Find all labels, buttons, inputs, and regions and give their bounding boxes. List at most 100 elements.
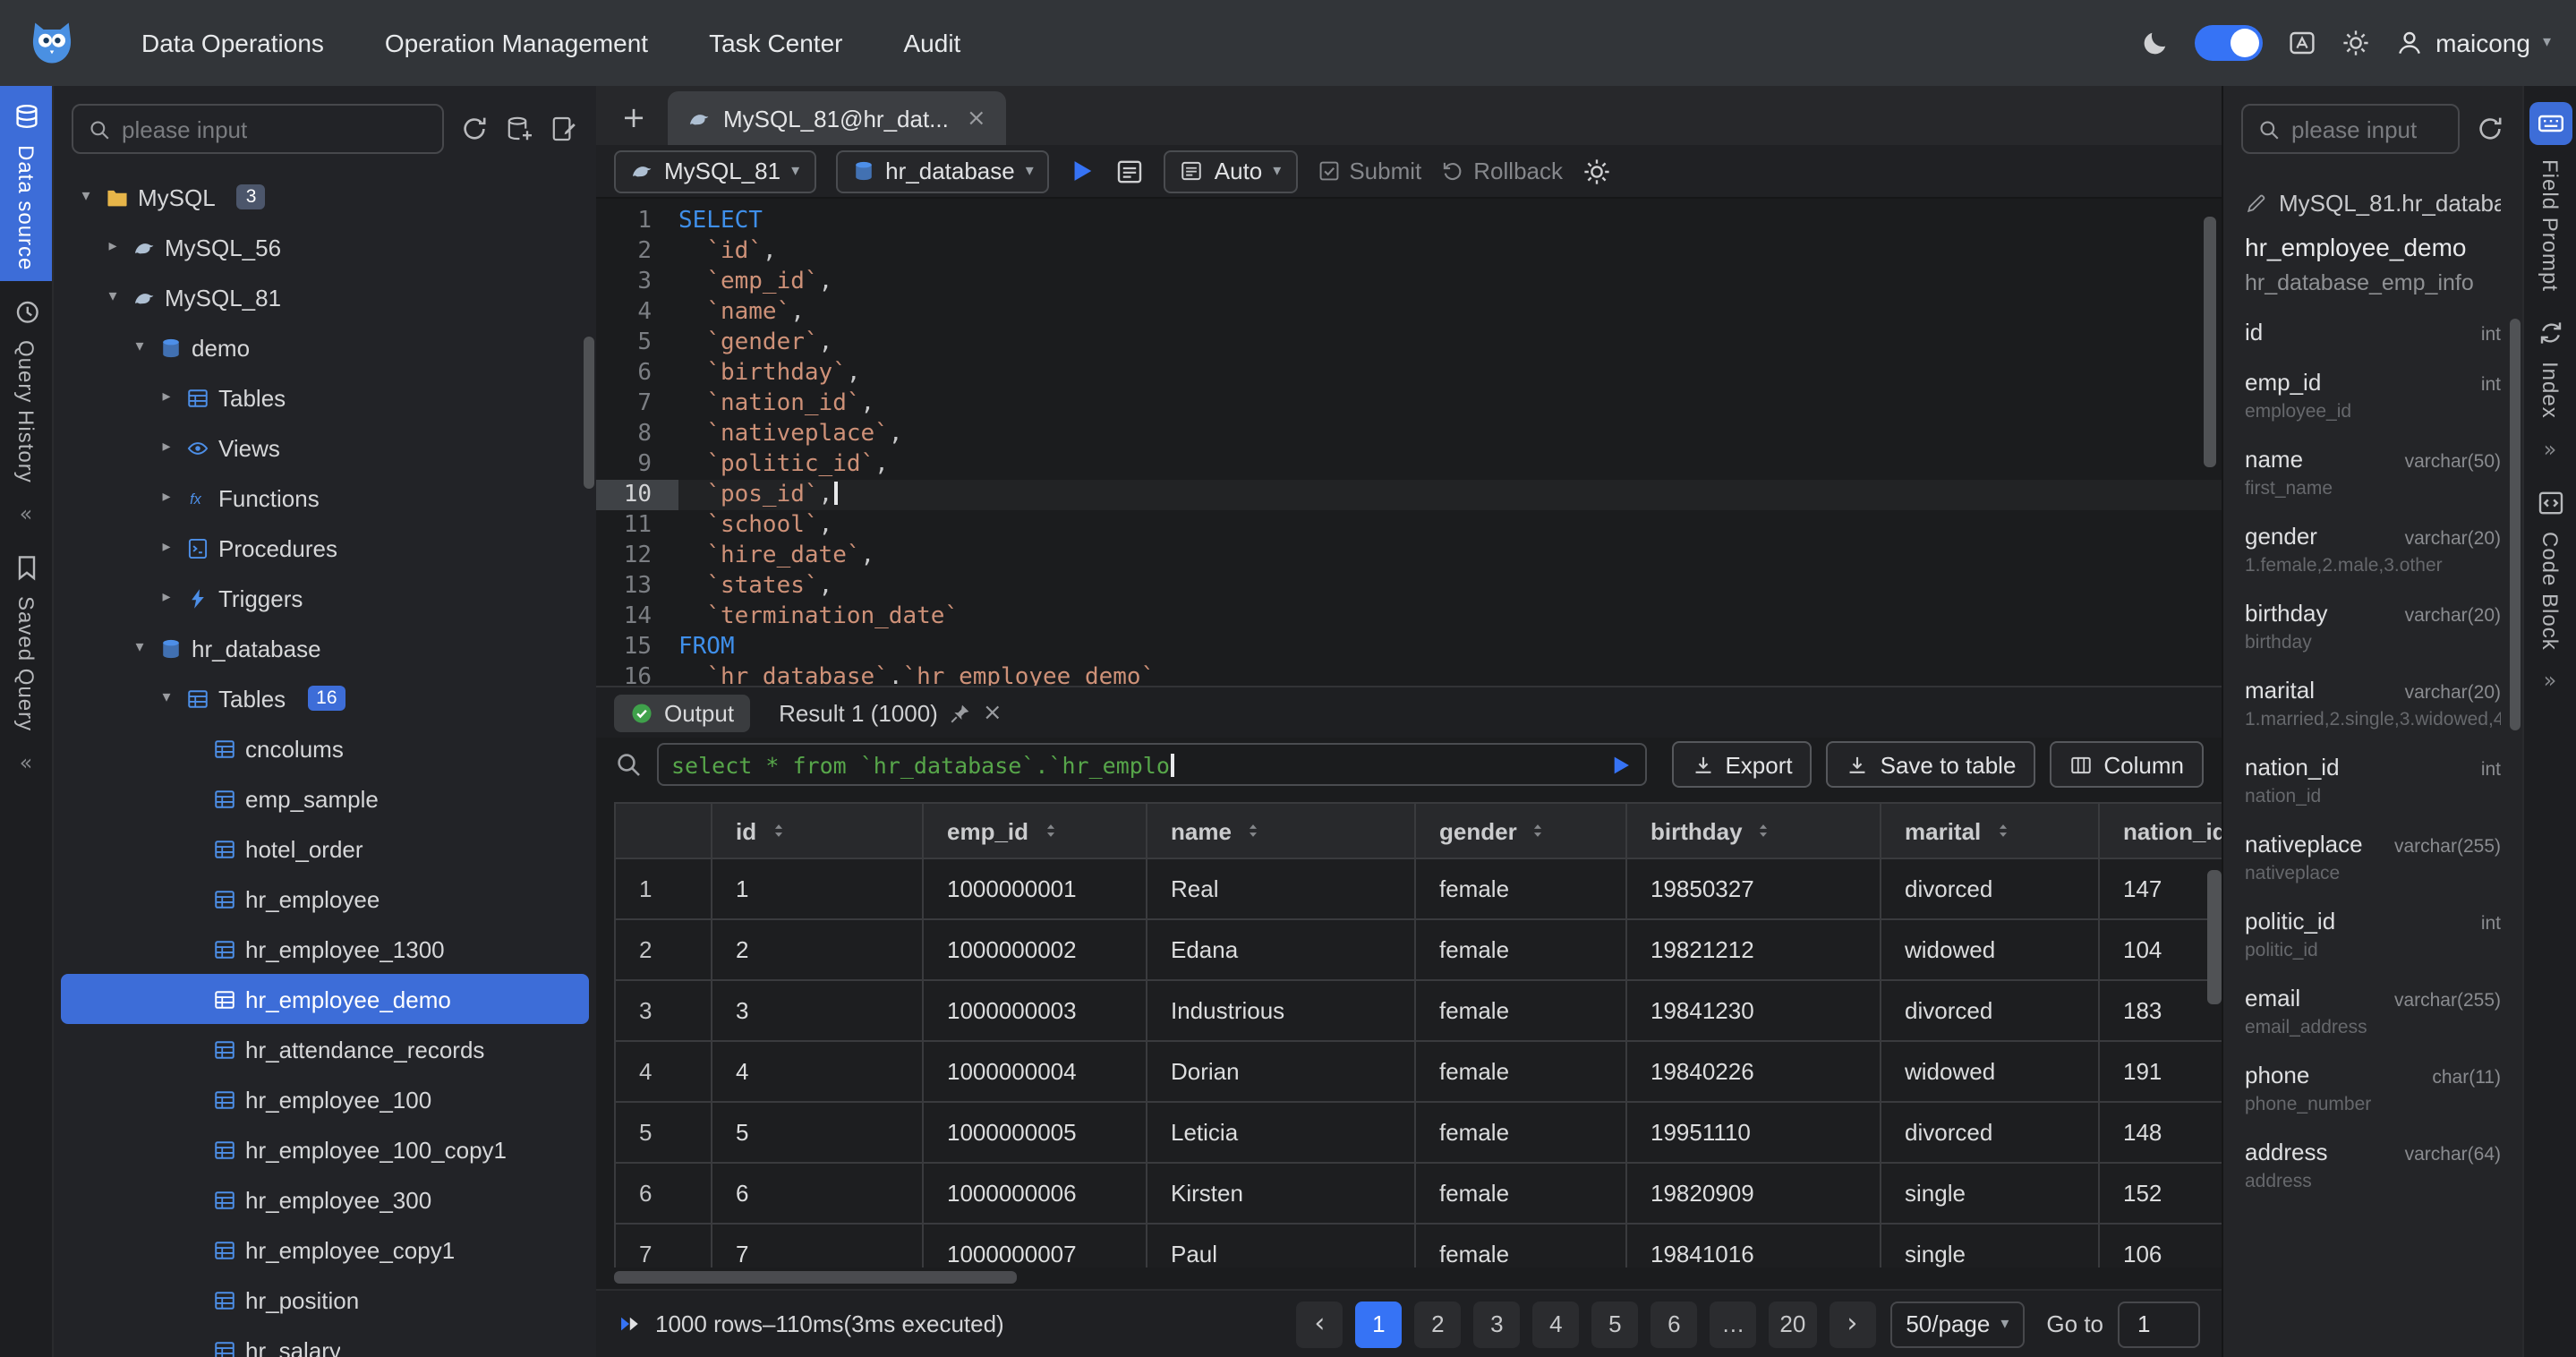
field-item-emp_id[interactable]: emp_idintemployee_id	[2245, 369, 2501, 422]
nav-item-task-center[interactable]: Task Center	[678, 29, 873, 57]
grid-cell[interactable]: 19850327	[1627, 859, 1881, 920]
field-item-nation_id[interactable]: nation_idintnation_id	[2245, 754, 2501, 807]
sort-icon[interactable]	[1753, 820, 1775, 841]
tree-item-triggers[interactable]: ▸Triggers	[61, 573, 589, 623]
column-header-name[interactable]: name	[1147, 802, 1416, 859]
grid-cell[interactable]: 1000000005	[924, 1103, 1147, 1164]
column-header-emp_id[interactable]: emp_id	[924, 802, 1147, 859]
close-result-icon[interactable]: ×	[983, 699, 1002, 726]
collapse-chevron-icon[interactable]: »	[2544, 437, 2557, 462]
tree-item-tables[interactable]: ▸Tables	[61, 372, 589, 422]
field-item-nativeplace[interactable]: nativeplacevarchar(255)nativeplace	[2245, 831, 2501, 884]
connection-select[interactable]: MySQL_81 ▾	[614, 149, 815, 192]
field-item-politic_id[interactable]: politic_idintpolitic_id	[2245, 908, 2501, 961]
sort-icon[interactable]	[1528, 820, 1549, 841]
page-button-5[interactable]: 5	[1591, 1301, 1638, 1347]
grid-cell[interactable]: widowed	[1881, 920, 2100, 981]
tree-item-hr_employee[interactable]: hr_employee	[61, 874, 589, 924]
tree-item-hr_employee_demo[interactable]: hr_employee_demo	[61, 974, 589, 1024]
grid-cell[interactable]: 1000000006	[924, 1164, 1147, 1225]
console-tab[interactable]: MySQL_81@hr_dat... ×	[668, 91, 1006, 145]
tree-item-cncolums[interactable]: cncolums	[61, 723, 589, 773]
console-icon[interactable]	[1116, 157, 1145, 185]
tree-item-tables[interactable]: ▾Tables16	[61, 673, 589, 723]
grid-cell[interactable]: female	[1416, 1042, 1627, 1103]
sql-editor[interactable]: 1SELECT2 `id`,3 `emp_id`,4 `name`,5 `gen…	[596, 199, 2222, 686]
rail-item-code-block[interactable]: Code Block»	[2524, 473, 2576, 704]
field-search-input[interactable]: please input	[2241, 104, 2460, 154]
nav-item-operation-management[interactable]: Operation Management	[354, 29, 678, 57]
grid-cell[interactable]: 104	[2100, 920, 2222, 981]
grid-cell[interactable]: 1	[712, 859, 924, 920]
tree-right-arrow-icon[interactable]: ▸	[156, 539, 177, 557]
field-item-birthday[interactable]: birthdayvarchar(20)birthday	[2245, 600, 2501, 653]
tree-down-arrow-icon[interactable]: ▾	[129, 639, 150, 657]
row-number-cell[interactable]: 1	[614, 859, 712, 920]
grid-cell[interactable]: single	[1881, 1225, 2100, 1267]
refresh-fields-icon[interactable]	[2476, 115, 2504, 143]
sidebar-search-input[interactable]: please input	[72, 104, 444, 154]
sort-icon[interactable]	[1039, 820, 1061, 841]
grid-cell[interactable]: female	[1416, 1164, 1627, 1225]
grid-cell[interactable]: Real	[1147, 859, 1416, 920]
grid-cell[interactable]: 5	[712, 1103, 924, 1164]
tree-item-functions[interactable]: ▸fxFunctions	[61, 473, 589, 523]
user-menu[interactable]: maicong ▾	[2394, 29, 2551, 57]
rollback-button[interactable]: Rollback	[1441, 158, 1563, 184]
grid-cell[interactable]: 1000000001	[924, 859, 1147, 920]
row-number-cell[interactable]: 3	[614, 981, 712, 1042]
submit-button[interactable]: Submit	[1317, 158, 1421, 184]
page-button-4[interactable]: 4	[1532, 1301, 1579, 1347]
tree-item-views[interactable]: ▸Views	[61, 422, 589, 473]
grid-cell[interactable]: 7	[712, 1225, 924, 1267]
grid-cell[interactable]: 4	[712, 1042, 924, 1103]
tree-item-hr_attendance_records[interactable]: hr_attendance_records	[61, 1024, 589, 1074]
rail-item-field-prompt[interactable]: Field Prompt	[2524, 86, 2576, 303]
tree-item-hr_employee_100[interactable]: hr_employee_100	[61, 1074, 589, 1124]
grid-cell[interactable]: 19820909	[1627, 1164, 1881, 1225]
tree-item-hr_salary[interactable]: hr_salary	[61, 1325, 589, 1357]
tree-item-hr_employee_1300[interactable]: hr_employee_1300	[61, 924, 589, 974]
tree-item-hr_database[interactable]: ▾hr_database	[61, 623, 589, 673]
tree-item-hr_employee_copy1[interactable]: hr_employee_copy1	[61, 1225, 589, 1275]
nav-item-audit[interactable]: Audit	[874, 29, 992, 57]
tab-output[interactable]: Output	[614, 694, 750, 731]
grid-cell[interactable]: female	[1416, 1225, 1627, 1267]
grid-cell[interactable]: 106	[2100, 1225, 2222, 1267]
page-button-2[interactable]: 2	[1414, 1301, 1461, 1347]
grid-cell[interactable]: 191	[2100, 1042, 2222, 1103]
tree-item-mysql_56[interactable]: ▸MySQL_56	[61, 222, 589, 272]
collapse-chevron-icon[interactable]: »	[2544, 669, 2557, 694]
grid-cell[interactable]: Industrious	[1147, 981, 1416, 1042]
tree-item-hr_employee_100_copy1[interactable]: hr_employee_100_copy1	[61, 1124, 589, 1174]
hscroll-thumb[interactable]	[614, 1271, 1017, 1284]
page-button-1[interactable]: 1	[1355, 1301, 1402, 1347]
grid-cell[interactable]: 1000000004	[924, 1042, 1147, 1103]
goto-page-input[interactable]: 1	[2118, 1301, 2200, 1347]
editor-settings-gear-icon[interactable]	[1582, 157, 1611, 185]
grid-cell[interactable]: 19821212	[1627, 920, 1881, 981]
tree-down-arrow-icon[interactable]: ▾	[75, 188, 97, 206]
field-item-gender[interactable]: gendervarchar(20)1.female,2.male,3.other	[2245, 523, 2501, 576]
grid-cell[interactable]: 1000000007	[924, 1225, 1147, 1267]
save-to-table-button[interactable]: Save to table	[1827, 741, 2036, 788]
row-number-cell[interactable]: 5	[614, 1103, 712, 1164]
database-select[interactable]: hr_database ▾	[835, 149, 1050, 192]
grid-cell[interactable]: female	[1416, 1103, 1627, 1164]
tree-item-hr_position[interactable]: hr_position	[61, 1275, 589, 1325]
settings-gear-icon[interactable]	[2341, 29, 2369, 57]
tree-down-arrow-icon[interactable]: ▾	[129, 338, 150, 356]
tree-item-emp_sample[interactable]: emp_sample	[61, 773, 589, 824]
grid-cell[interactable]: Paul	[1147, 1225, 1416, 1267]
tree-down-arrow-icon[interactable]: ▾	[156, 689, 177, 707]
run-filter-icon[interactable]	[1608, 753, 1632, 776]
rail-item-data-source[interactable]: Data source	[0, 86, 52, 281]
export-button[interactable]: Export	[1671, 741, 1812, 788]
tree-right-arrow-icon[interactable]: ▸	[156, 439, 177, 457]
column-header-marital[interactable]: marital	[1881, 802, 2100, 859]
grid-cell[interactable]: divorced	[1881, 1103, 2100, 1164]
page-ellipsis[interactable]: …	[1710, 1301, 1756, 1347]
page-button-6[interactable]: 6	[1651, 1301, 1697, 1347]
prev-page-button[interactable]: ‹	[1296, 1301, 1343, 1347]
sort-icon[interactable]	[1992, 820, 2013, 841]
